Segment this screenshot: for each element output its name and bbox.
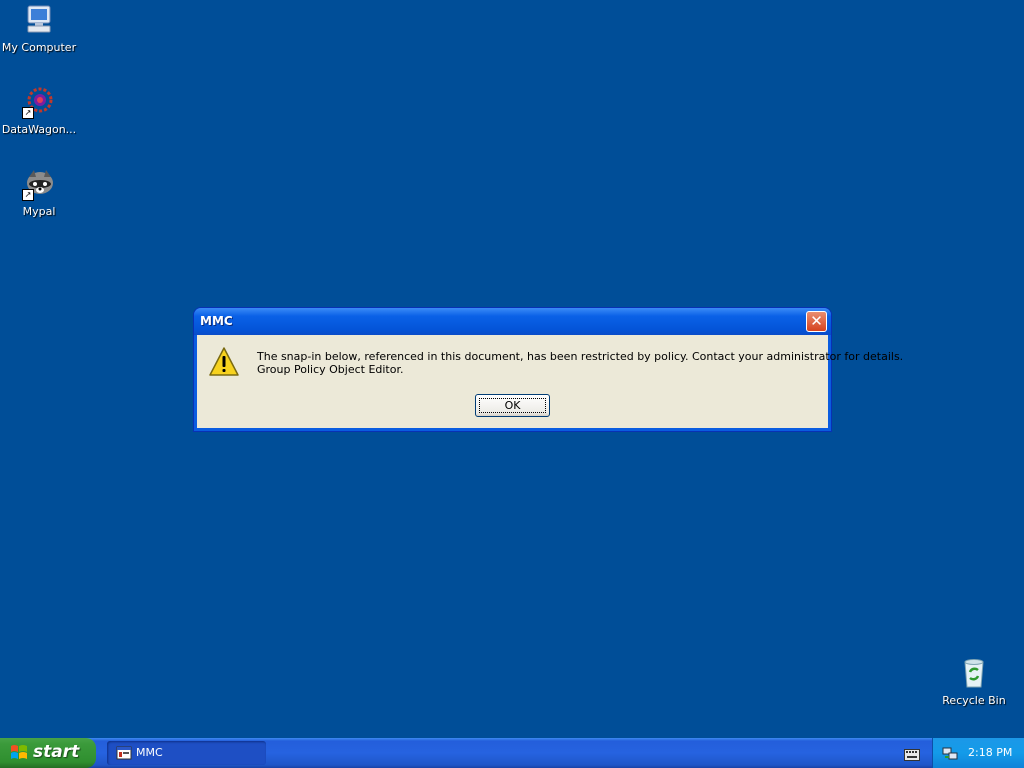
message-line: Group Policy Object Editor. bbox=[257, 363, 404, 376]
desktop-icon-label: Mypal bbox=[22, 205, 56, 218]
taskbar-item-label: MMC bbox=[136, 746, 163, 759]
desktop-icon-recycle-bin[interactable]: Recycle Bin bbox=[936, 656, 1012, 707]
focus-rectangle bbox=[479, 398, 546, 413]
dialog-message: The snap-in below, referenced in this do… bbox=[257, 350, 903, 376]
desktop-icon-my-computer[interactable]: My Computer bbox=[1, 3, 77, 54]
start-label: start bbox=[33, 742, 80, 762]
shortcut-arrow-icon: ↗ bbox=[22, 107, 34, 119]
close-icon: ✕ bbox=[810, 312, 823, 330]
dialog-titlebar[interactable]: MMC ✕ bbox=[194, 308, 831, 335]
warning-icon bbox=[208, 346, 240, 378]
shortcut-arrow-icon: ↗ bbox=[22, 189, 34, 201]
dialog-title: MMC bbox=[200, 314, 233, 328]
datawagon-icon: ↗ bbox=[22, 85, 56, 119]
desktop-icon-label: Recycle Bin bbox=[942, 694, 1006, 707]
recycle-bin-icon bbox=[957, 656, 991, 690]
desktop-icon-datawagon[interactable]: ↗ DataWagon... bbox=[1, 85, 77, 136]
mypal-raccoon-icon: ↗ bbox=[22, 167, 56, 201]
mmc-dialog: MMC ✕ The snap-in below, referenced in t… bbox=[194, 308, 903, 431]
start-button[interactable]: start bbox=[0, 738, 96, 768]
taskbar-item-mmc[interactable]: MMC bbox=[107, 741, 266, 765]
clock[interactable]: 2:18 PM bbox=[968, 746, 1012, 759]
windows-logo-icon bbox=[10, 744, 28, 762]
mmc-icon bbox=[116, 745, 132, 761]
message-line: The snap-in below, referenced in this do… bbox=[257, 350, 904, 363]
network-icon[interactable] bbox=[942, 745, 958, 761]
dialog-body: The snap-in below, referenced in this do… bbox=[197, 335, 903, 428]
keyboard-icon[interactable] bbox=[904, 746, 920, 761]
desktop-icon-mypal[interactable]: ↗ Mypal bbox=[1, 167, 77, 218]
system-tray: 2:18 PM bbox=[932, 738, 1024, 768]
desktop-icon-label: DataWagon... bbox=[1, 123, 77, 136]
close-button[interactable]: ✕ bbox=[806, 311, 827, 332]
taskbar: start MMC 2:18 PM bbox=[0, 738, 1024, 768]
ok-button[interactable]: OK bbox=[475, 394, 550, 417]
my-computer-icon bbox=[22, 3, 56, 37]
desktop-icon-label: My Computer bbox=[1, 41, 77, 54]
